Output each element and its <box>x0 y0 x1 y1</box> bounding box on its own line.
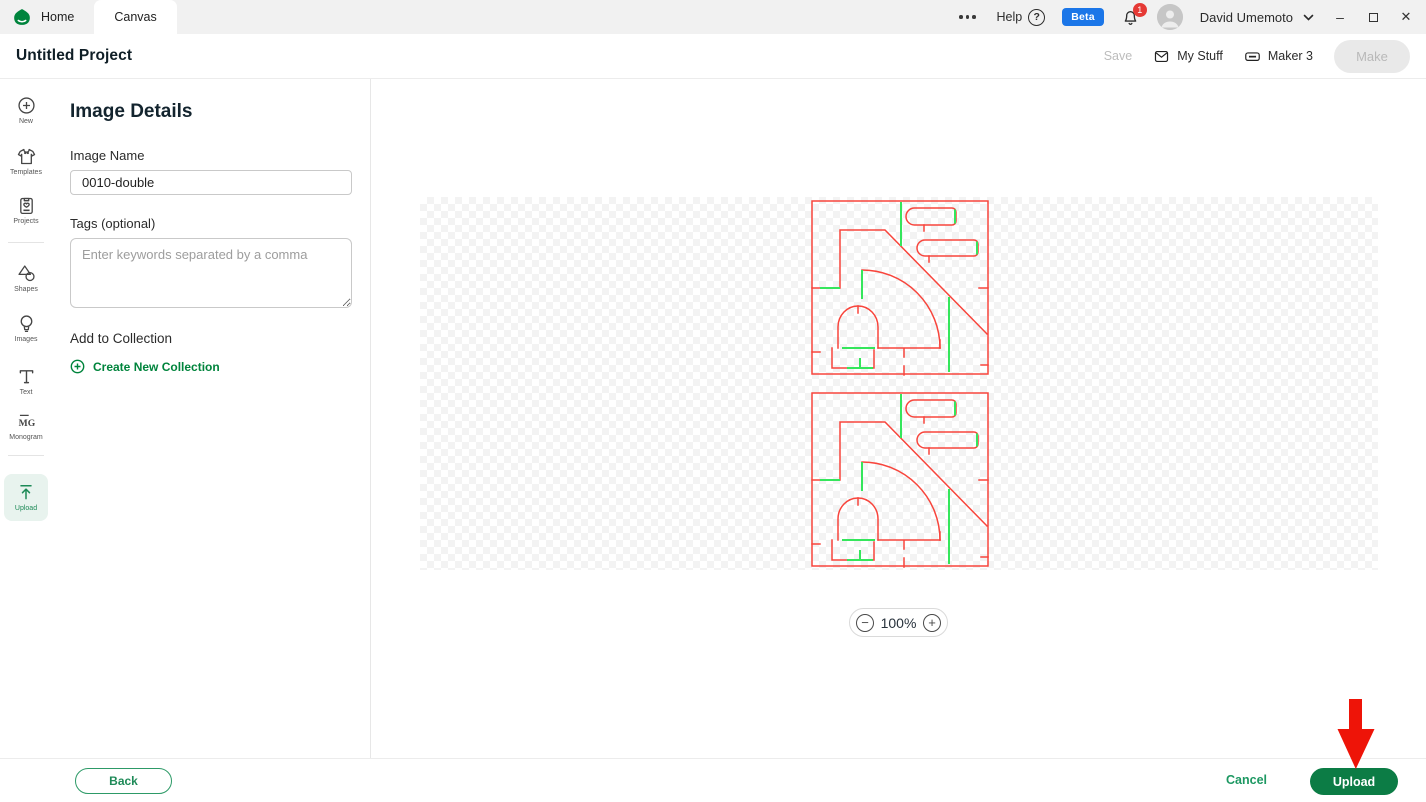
panel-title: Image Details <box>70 101 193 122</box>
sidebar-item-templates[interactable]: Templates <box>0 146 52 176</box>
upload-icon <box>20 485 32 500</box>
plus-circle-icon <box>70 359 85 374</box>
close-button[interactable]: ✕ <box>1398 0 1414 34</box>
create-new-collection-button[interactable]: Create New Collection <box>70 359 352 374</box>
create-new-collection-label: Create New Collection <box>93 359 220 374</box>
help-button[interactable]: Help ? <box>996 8 1046 26</box>
user-name: David Umemoto <box>1199 9 1293 25</box>
tags-label: Tags (optional) <box>70 216 156 231</box>
beta-badge: Beta <box>1062 8 1104 26</box>
lightbulb-icon <box>20 315 32 333</box>
machine-icon <box>1245 51 1260 61</box>
cancel-button[interactable]: Cancel <box>1226 773 1267 787</box>
tshirt-icon <box>17 148 35 165</box>
upload-button[interactable]: Upload <box>1310 768 1398 795</box>
image-name-input[interactable] <box>70 170 352 195</box>
uploaded-image-artwork <box>811 200 989 568</box>
chevron-down-icon <box>1302 11 1315 24</box>
envelope-icon <box>1155 50 1169 62</box>
sidebar-item-projects[interactable]: Projects <box>0 195 52 225</box>
add-to-collection-label: Add to Collection <box>70 331 173 346</box>
zoom-level: 100% <box>880 614 917 631</box>
app-window: Home Canvas Help ? Beta 1 David Umemoto … <box>0 0 1426 802</box>
rail-divider <box>8 242 44 243</box>
avatar[interactable] <box>1156 4 1183 30</box>
annotation-arrow <box>1337 699 1375 769</box>
image-details-panel: Image Details Image Name Tags (optional)… <box>52 79 371 758</box>
zoom-in-button[interactable]: + <box>923 613 941 632</box>
user-menu[interactable]: David Umemoto <box>1200 10 1315 25</box>
my-stuff-label: My Stuff <box>1177 49 1223 63</box>
tool-rail: New Templates Projects Shapes Images Tex… <box>0 79 52 758</box>
top-bar-right: Help ? Beta 1 David Umemoto – ✕ <box>955 0 1426 34</box>
zoom-control: − 100% + <box>849 608 948 637</box>
tab-home-label: Home <box>41 10 75 24</box>
overflow-menu-icon[interactable] <box>955 11 980 23</box>
sidebar-item-shapes[interactable]: Shapes <box>0 263 52 293</box>
plus-circle-icon <box>17 97 35 114</box>
make-button[interactable]: Make <box>1334 39 1410 73</box>
canvas-preview: − 100% + <box>372 79 1426 758</box>
machine-label: Maker 3 <box>1267 49 1313 63</box>
notification-count-badge: 1 <box>1132 2 1147 17</box>
tab-canvas-label: Canvas <box>114 10 157 24</box>
rail-divider <box>8 455 44 456</box>
tags-textarea[interactable] <box>70 238 352 308</box>
sidebar-item-text[interactable]: Text <box>0 366 52 396</box>
image-name-label: Image Name <box>70 148 145 163</box>
tab-home[interactable]: Home <box>0 0 94 34</box>
notifications-button[interactable]: 1 <box>1121 2 1147 27</box>
help-label: Help <box>996 10 1023 24</box>
save-button[interactable]: Save <box>1104 49 1133 63</box>
tab-canvas[interactable]: Canvas <box>94 0 177 34</box>
text-icon <box>19 370 33 384</box>
monogram-icon: MG <box>18 414 35 429</box>
sidebar-item-images[interactable]: Images <box>0 313 52 343</box>
project-header: Untitled Project Save My Stuff Maker 3 M… <box>0 34 1426 79</box>
cricut-logo-icon <box>12 7 32 27</box>
header-actions: Save My Stuff Maker 3 Make <box>1104 39 1410 73</box>
sidebar-item-upload[interactable]: Upload <box>4 474 48 521</box>
minimize-button[interactable]: – <box>1332 0 1348 34</box>
back-button[interactable]: Back <box>75 768 172 794</box>
svg-text:MG: MG <box>18 418 35 429</box>
my-stuff-button[interactable]: My Stuff <box>1153 48 1223 65</box>
sidebar-item-monogram[interactable]: MG Monogram <box>0 411 52 441</box>
footer-bar: Back Cancel Upload <box>0 758 1426 802</box>
top-bar: Home Canvas Help ? Beta 1 David Umemoto … <box>0 0 1426 34</box>
maximize-button[interactable] <box>1365 0 1381 34</box>
clipboard-icon <box>19 197 33 215</box>
zoom-out-button[interactable]: − <box>856 613 874 632</box>
sidebar-item-new[interactable]: New <box>0 95 52 125</box>
project-title: Untitled Project <box>16 47 133 64</box>
question-icon: ? <box>1028 8 1046 26</box>
machine-selector[interactable]: Maker 3 <box>1244 48 1313 65</box>
maximize-icon <box>1368 13 1378 22</box>
shapes-icon <box>17 265 35 282</box>
